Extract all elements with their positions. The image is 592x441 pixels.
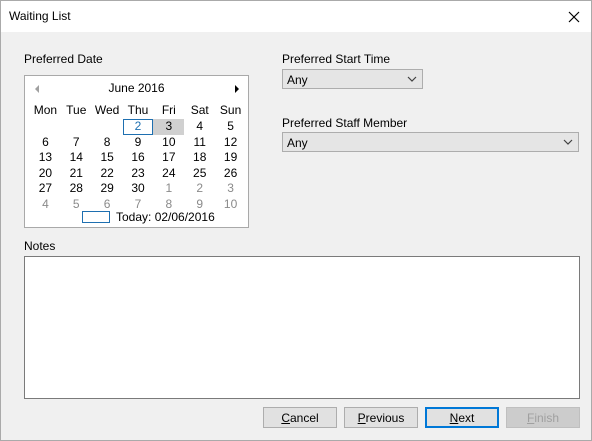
weekday-header: Wed [94,103,120,117]
calendar-day[interactable]: 7 [61,135,92,151]
calendar-day[interactable]: 13 [30,150,61,166]
calendar-day[interactable]: 23 [123,166,154,182]
calendar-day[interactable]: 11 [184,135,215,151]
next-button[interactable]: Next [425,407,499,428]
notes-textarea[interactable] [24,256,580,399]
preferred-start-time-value: Any [287,73,308,87]
calendar-day[interactable]: 6 [30,135,61,151]
calendar-day[interactable]: 29 [92,181,123,197]
notes-label: Notes [24,239,56,253]
previous-button[interactable]: Previous [344,407,418,428]
calendar-empty-cell [30,119,61,135]
window-title: Waiting List [9,9,71,23]
calendar-day[interactable]: 10 [153,135,184,151]
calendar-day[interactable]: 15 [92,150,123,166]
calendar-empty-cell [61,119,92,135]
preferred-staff-member-select[interactable]: Any [282,132,579,152]
calendar-day-today[interactable]: 2 [123,119,154,135]
cancel-button-label: ancel [289,410,319,425]
calendar-day[interactable]: 16 [123,150,154,166]
preferred-staff-member-value: Any [287,136,308,150]
previous-button-mnemonic: P [357,410,366,425]
calendar-day[interactable]: 19 [215,150,246,166]
calendar-empty-cell [92,119,123,135]
finish-button[interactable]: Finish [506,407,580,428]
triangle-right-icon [235,85,239,93]
cancel-button-mnemonic: C [281,410,290,425]
calendar-day-other-month[interactable]: 3 [215,181,246,197]
weekday-header: Sat [190,103,209,117]
today-link[interactable]: Today: 02/06/2016 [82,209,215,224]
calendar-day[interactable]: 12 [215,135,246,151]
calendar-month-label[interactable]: June 2016 [25,81,248,95]
calendar-day[interactable]: 8 [92,135,123,151]
finish-button-mnemonic: F [526,410,535,425]
calendar-day[interactable]: 17 [153,150,184,166]
finish-button-label: inish [534,410,560,425]
calendar-day[interactable]: 26 [215,166,246,182]
close-button[interactable] [557,1,591,32]
today-label: Today: 02/06/2016 [116,209,215,224]
calendar-day[interactable]: 21 [61,166,92,182]
weekday-header: Fri [161,103,176,117]
weekday-header: Thu [127,103,149,117]
calendar-day-other-month[interactable]: 1 [153,181,184,197]
chevron-down-icon [407,76,417,82]
calendar-grid: Mon Tue Wed Thu Fri Sat Sun 2 3 4 5 6 7 8 9 10 11 12 13 14 1… [30,102,246,213]
weekday-header: Sun [219,103,242,117]
calendar-day[interactable]: 14 [61,150,92,166]
preferred-date-label: Preferred Date [24,52,103,66]
calendar-day[interactable]: 20 [30,166,61,182]
calendar-day[interactable]: 27 [30,181,61,197]
weekday-header: Tue [66,103,87,117]
calendar-day[interactable]: 18 [184,150,215,166]
calendar-day-other-month[interactable]: 2 [184,181,215,197]
today-marker [82,210,110,223]
calendar-day[interactable]: 4 [184,119,215,135]
cancel-button[interactable]: Cancel [263,407,337,428]
calendar-day-selected[interactable]: 3 [153,119,185,135]
calendar-day[interactable]: 5 [215,119,246,135]
preferred-start-time-select[interactable]: Any [282,69,423,89]
calendar-day[interactable]: 22 [92,166,123,182]
calendar-day-other-month[interactable]: 4 [30,197,61,213]
next-button-mnemonic: N [449,410,459,425]
previous-button-label: revious [365,410,405,425]
next-month-button[interactable] [231,83,243,93]
title-bar: Waiting List [1,1,591,32]
weekday-header: Mon [33,103,58,117]
preferred-staff-member-label: Preferred Staff Member [282,116,408,130]
calendar-day[interactable]: 9 [123,135,154,151]
chevron-down-icon [563,139,573,145]
calendar-day[interactable]: 28 [61,181,92,197]
next-button-label: ext [458,410,475,425]
waiting-list-dialog: Waiting List Preferred Date June 2016 Mo… [0,0,592,441]
calendar-day-other-month[interactable]: 10 [215,197,246,213]
preferred-start-time-label: Preferred Start Time [282,52,391,66]
date-picker-calendar[interactable]: June 2016 Mon Tue Wed Thu Fri Sat Sun 2 3 4 5 6 7 8 9 1… [24,75,249,228]
calendar-day[interactable]: 24 [153,166,184,182]
close-icon [568,11,580,22]
calendar-day[interactable]: 30 [123,181,154,197]
calendar-day[interactable]: 25 [184,166,215,182]
